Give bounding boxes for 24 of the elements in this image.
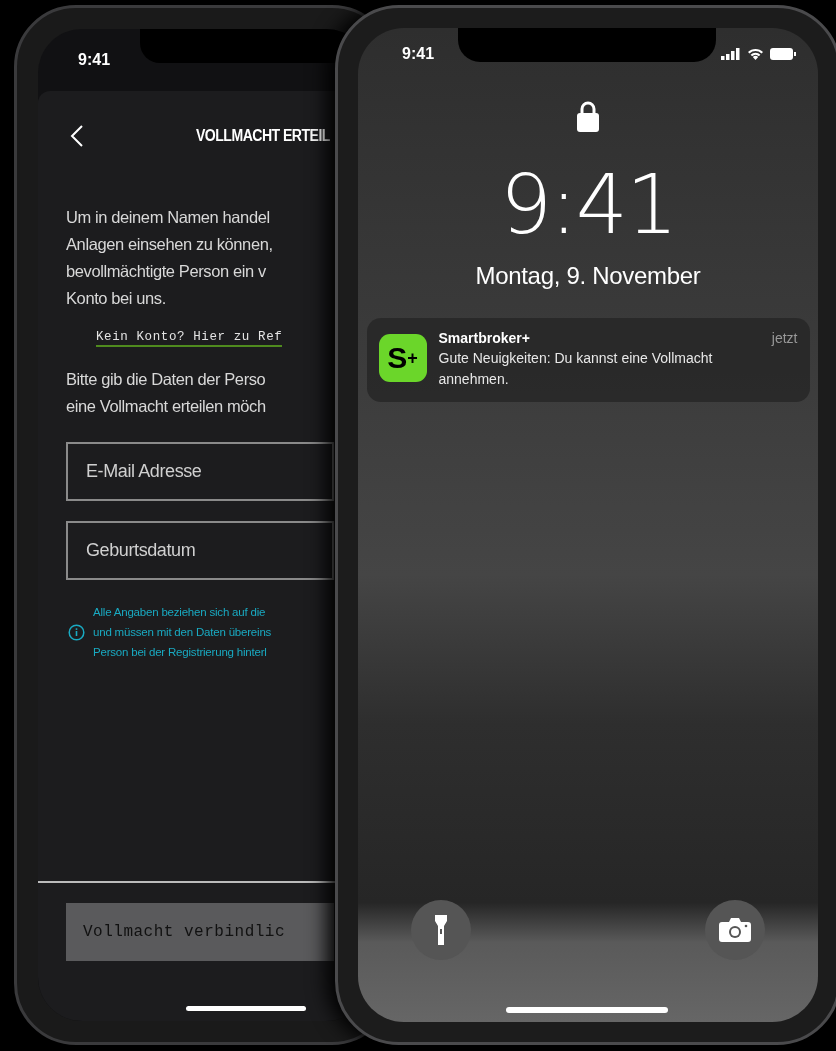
battery-icon (770, 48, 796, 60)
register-link[interactable]: Kein Konto? Hier zu Ref (96, 330, 283, 347)
wifi-icon (747, 48, 764, 60)
input-field[interactable]: Geburtsdatum (66, 521, 334, 580)
notification-message: Gute Neuigkeiten: Du kannst eine Vollmacht annehmen. (438, 349, 714, 389)
status-time: 9:41 (402, 45, 435, 63)
intro-paragraph: Um in deinem Namen handel Anlagen einsehen zu können, bevollmächtigte Person ein v Konto bei uns. (66, 207, 274, 309)
info-note: Alle Angaben beziehen sich auf die und müssen mit den Daten übereins Person bei der Registrierung hinterl (93, 605, 272, 660)
lock-date: Montag, 9. November (475, 262, 701, 290)
notification-card[interactable]: S$^{+}$ Smartbroker+ jetzt Gute Neuigkeiten: Du kannst eine Vollmacht annehmen. (366, 318, 810, 402)
info-icon (68, 623, 85, 641)
app-icon: S$^{+}$ (378, 334, 427, 382)
back-chevron-icon[interactable] (70, 124, 84, 148)
signal-icon (721, 48, 741, 60)
camera-icon (719, 918, 751, 942)
status-time: 9:41 (78, 51, 111, 69)
prompt-paragraph: Bitte gib die Daten der Perso eine Vollmacht erteilen möch (66, 369, 267, 417)
notification-app: Smartbroker+ (438, 330, 530, 346)
lock-clock: 9:41 (499, 164, 677, 246)
input-field[interactable]: E-Mail Adresse (66, 442, 334, 501)
lock-icon (577, 100, 599, 132)
notification-time: jetzt (771, 330, 798, 346)
screen-title: VOLLMACHT ERTEIL (196, 127, 330, 145)
flashlight-icon (435, 915, 447, 945)
